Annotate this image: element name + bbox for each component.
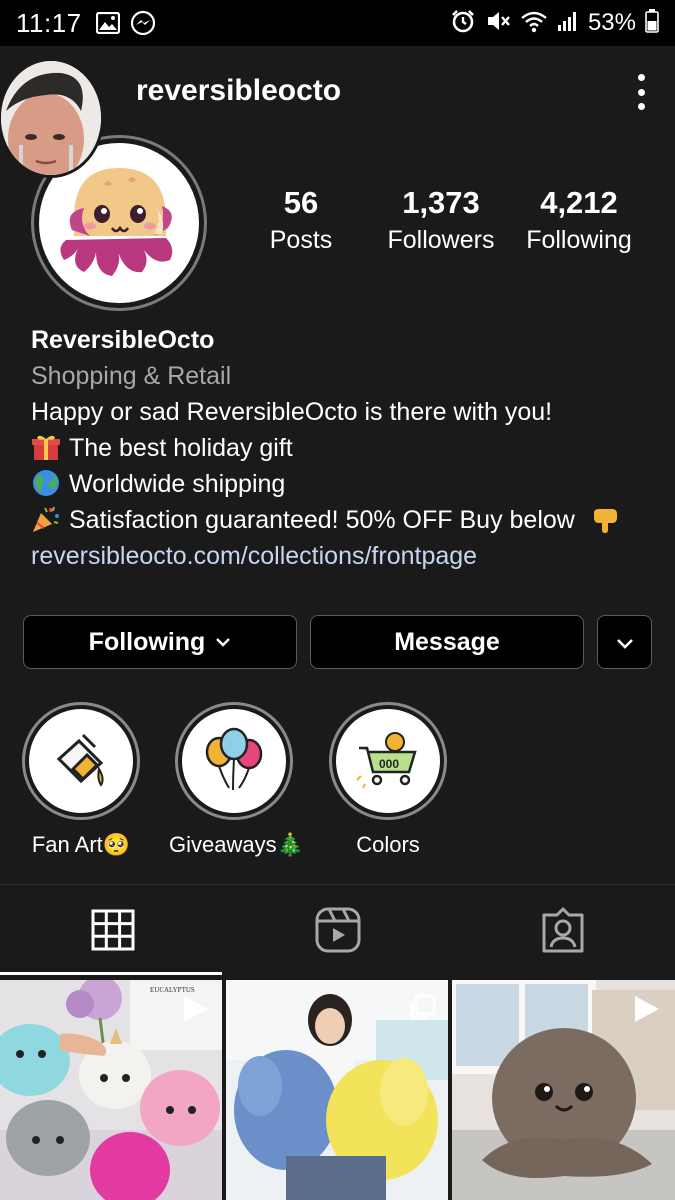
bio-line: Satisfaction guaranteed! 50% OFF Buy bel…: [31, 502, 651, 538]
bio-name: ReversibleOcto: [31, 326, 215, 354]
message-button[interactable]: Message: [310, 615, 584, 669]
stat-followers-value: 1,373: [402, 185, 480, 220]
following-button[interactable]: Following: [23, 615, 297, 669]
following-button-label: Following: [88, 627, 206, 656]
stat-posts-label: Posts: [269, 226, 333, 254]
status-time: 11:17: [16, 7, 82, 38]
reel-badge-icon: [182, 994, 210, 1029]
highlight-label: Colors: [356, 832, 420, 857]
bio-link[interactable]: reversibleocto.com/collections/frontpage: [31, 538, 651, 574]
highlight-colors[interactable]: 000 Colors: [323, 702, 453, 858]
bio-line: Worldwide shipping: [31, 466, 651, 502]
pointing-down-icon: [590, 505, 620, 533]
stat-followers[interactable]: 1,373 Followers: [371, 184, 511, 258]
more-vertical-icon[interactable]: [631, 74, 651, 110]
highlight-ring: [175, 702, 293, 820]
bio-line-text: Happy or sad ReversibleOcto is there wit…: [31, 398, 553, 426]
active-tab-indicator: [0, 972, 222, 975]
highlight-giveaways[interactable]: Giveaways🎄: [169, 702, 304, 858]
suggested-accounts-button[interactable]: [597, 615, 652, 669]
mute-icon: [485, 8, 511, 39]
globe-icon: [31, 469, 61, 497]
reel-badge-icon: [633, 994, 661, 1029]
viewer-avatar[interactable]: [0, 58, 104, 178]
status-bar: 11:17 53%: [0, 0, 675, 46]
tab-reels[interactable]: [225, 886, 450, 978]
bio-line-text: Satisfaction guaranteed! 50% OFF Buy bel…: [69, 506, 575, 534]
grid-icon: [91, 909, 135, 956]
stat-following[interactable]: 4,212 Following: [509, 184, 649, 258]
post-thumbnail[interactable]: [226, 980, 448, 1200]
battery-percent: 53%: [587, 9, 636, 36]
svg-text:000: 000: [379, 757, 399, 771]
shopping-cart-icon: 000: [336, 709, 440, 813]
chevron-down-icon: [616, 628, 634, 657]
battery-icon: [645, 8, 659, 38]
bio-category: Shopping & Retail: [31, 362, 232, 390]
gallery-icon: [95, 12, 120, 34]
paint-icon: [29, 709, 133, 813]
balloons-icon: [182, 709, 286, 813]
post-thumbnail[interactable]: [452, 980, 675, 1200]
gift-icon: [31, 433, 61, 461]
profile-username: reversibleocto: [136, 74, 342, 107]
highlight-label: Fan Art🥺: [31, 832, 131, 857]
party-popper-icon: [31, 505, 61, 533]
posts-grid: EUCALYPTUS: [0, 980, 675, 1200]
signal-icon: [557, 10, 579, 37]
chevron-down-icon: [215, 637, 231, 647]
messenger-icon: [130, 10, 156, 36]
message-button-label: Message: [394, 627, 500, 656]
bio-line-text: The best holiday gift: [69, 434, 293, 462]
highlight-fan-art[interactable]: Fan Art🥺: [16, 702, 146, 858]
tab-posts-grid[interactable]: [0, 886, 225, 978]
tab-tagged[interactable]: [450, 886, 675, 978]
alarm-icon: [450, 8, 476, 39]
wifi-icon: [520, 9, 548, 38]
bio-line: The best holiday gift: [31, 430, 651, 466]
bio-line-text: Worldwide shipping: [69, 470, 286, 498]
stat-following-value: 4,212: [540, 185, 618, 220]
highlight-label: Giveaways🎄: [169, 832, 304, 857]
stat-following-label: Following: [526, 226, 632, 254]
profile-bio: ReversibleOcto Shopping & Retail Happy o…: [31, 322, 651, 574]
status-right: 53%: [450, 8, 659, 39]
post-thumbnail[interactable]: EUCALYPTUS: [0, 980, 222, 1200]
stat-followers-label: Followers: [387, 226, 495, 254]
stat-posts[interactable]: 56 Posts: [231, 184, 371, 258]
carousel-badge-icon: [408, 994, 436, 1027]
bio-line: Happy or sad ReversibleOcto is there wit…: [31, 394, 651, 430]
tabs-divider: [0, 884, 675, 885]
highlight-ring: 000: [329, 702, 447, 820]
tagged-icon: [540, 907, 586, 958]
highlight-ring: [22, 702, 140, 820]
reels-icon: [315, 907, 361, 958]
stat-posts-value: 56: [283, 185, 319, 220]
post-caption: EUCALYPTUS: [150, 986, 195, 994]
